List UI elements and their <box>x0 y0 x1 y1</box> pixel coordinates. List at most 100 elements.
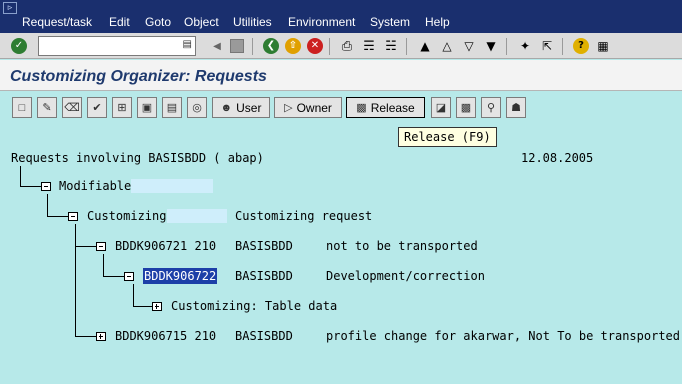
next-page-icon[interactable]: ▽ <box>460 37 478 55</box>
tree-line <box>133 284 134 307</box>
find-next-icon[interactable]: ☵ <box>382 37 400 55</box>
search-button[interactable]: ⚲ <box>481 97 501 118</box>
check-button[interactable]: ✔ <box>87 97 107 118</box>
menu-help[interactable]: Help <box>425 14 450 30</box>
toolbar-separator <box>406 38 407 55</box>
last-page-icon[interactable]: ▼ <box>482 37 500 55</box>
grid-icon: ▩ <box>460 102 472 114</box>
task-description: Development/correction <box>326 269 485 283</box>
menu-utilities[interactable]: Utilities <box>233 14 272 30</box>
truck-icon: ▩ <box>356 102 367 114</box>
history-icon[interactable]: ▤ <box>183 39 192 50</box>
customizing-description: Customizing request <box>235 209 373 223</box>
toolbar-separator <box>506 38 507 55</box>
lock-icon: ▣ <box>141 102 153 114</box>
title-bar: Customizing Organizer: Requests <box>0 60 682 91</box>
layout-menu-icon[interactable]: ▦ <box>594 37 612 55</box>
tree-header: Requests involving BASISBDD ( abap) <box>11 151 264 165</box>
document-button[interactable]: ▤ <box>162 97 182 118</box>
toolbar-separator <box>252 38 253 55</box>
create-session-icon[interactable]: ✦ <box>516 37 534 55</box>
request-description-2: profile change for akarwar, Not To be tr… <box>326 329 681 343</box>
transport-button[interactable]: ◪ <box>431 97 451 118</box>
release-label: Release <box>370 100 415 115</box>
tree-line <box>133 306 152 307</box>
history-back-icon[interactable]: ◀ <box>208 37 226 55</box>
user-label: User <box>236 100 262 115</box>
create-button[interactable]: □ <box>12 97 32 118</box>
trash-icon: ⌫ <box>64 102 80 114</box>
tree-line <box>47 216 68 217</box>
release-button[interactable]: ▩ Release <box>346 97 425 118</box>
previous-page-icon[interactable]: △ <box>438 37 456 55</box>
toolbar-separator <box>329 38 330 55</box>
display-button[interactable]: ◎ <box>187 97 207 118</box>
first-page-icon[interactable]: ▲ <box>416 37 434 55</box>
delete-button[interactable]: ⌫ <box>62 97 82 118</box>
save-icon[interactable] <box>228 37 246 55</box>
owner-icon: ▷ <box>284 102 293 114</box>
toolbar-separator <box>562 38 563 55</box>
menu-bar: ▹ Request/task Edit Goto Object Utilitie… <box>0 0 682 33</box>
check-icon: ✔ <box>92 102 102 114</box>
menu-edit[interactable]: Edit <box>109 14 130 30</box>
menu-request-task[interactable]: Request/task <box>22 14 92 30</box>
menu-object[interactable]: Object <box>184 14 219 30</box>
help-icon[interactable]: ? <box>572 37 590 55</box>
request-description: not to be transported <box>326 239 478 253</box>
enter-icon[interactable]: ✓ <box>10 37 28 55</box>
display-objects-button[interactable]: ▩ <box>456 97 476 118</box>
change-button[interactable]: ✎ <box>37 97 57 118</box>
tree-node-customizing[interactable]: Customizing <box>87 208 166 224</box>
user-icon: ☻ <box>220 101 233 114</box>
lock-button[interactable]: ▣ <box>137 97 157 118</box>
add-icon: ⊞ <box>117 102 127 114</box>
task-owner: BASISBDD <box>235 269 293 283</box>
cancel-icon[interactable]: ✕ <box>306 37 324 55</box>
pencil-icon: ✎ <box>42 102 52 114</box>
menu-environment[interactable]: Environment <box>288 14 355 30</box>
customizing-field <box>167 209 227 223</box>
owner-label: Owner <box>296 100 332 115</box>
collapse-request-icon[interactable] <box>96 242 106 251</box>
collapse-customizing-icon[interactable] <box>68 212 78 221</box>
tree-line <box>103 254 104 277</box>
create-icon: □ <box>18 101 26 114</box>
user-button[interactable]: ☻ User <box>212 97 270 118</box>
tree-node-task-id[interactable]: BDDK906722 <box>143 268 218 284</box>
tree-node-request-id-2[interactable]: BDDK906715 210 <box>115 328 216 344</box>
document-icon: ▤ <box>166 102 178 114</box>
tree-node-table-data[interactable]: Customizing: Table data <box>171 298 337 314</box>
request-owner-2: BASISBDD <box>235 329 293 343</box>
tree-line <box>20 186 41 187</box>
print-icon[interactable]: ⎙ <box>338 37 356 55</box>
shortcut-icon[interactable]: ⇱ <box>538 37 556 55</box>
expand-request-icon[interactable] <box>96 332 106 341</box>
request-owner: BASISBDD <box>235 239 293 253</box>
tree-line <box>103 276 124 277</box>
hierarchy-icon: ☗ <box>511 102 521 114</box>
tree-node-request-id[interactable]: BDDK906721 210 <box>115 238 216 254</box>
tree-date: 12.08.2005 <box>521 151 594 165</box>
exit-icon[interactable]: ⇧ <box>284 37 302 55</box>
page-title: Customizing Organizer: Requests <box>10 68 267 85</box>
tree-node-modifiable[interactable]: Modifiable <box>59 178 131 194</box>
menu-goto[interactable]: Goto <box>145 14 171 30</box>
find-icon[interactable]: ☴ <box>360 37 378 55</box>
collapse-modifiable-icon[interactable] <box>41 182 51 191</box>
target-icon: ◎ <box>192 102 202 114</box>
hierarchy-button[interactable]: ☗ <box>506 97 526 118</box>
menu-system[interactable]: System <box>370 14 410 30</box>
collapse-task-icon[interactable] <box>124 272 134 281</box>
command-field[interactable]: ▤ <box>38 36 196 56</box>
transport-icon: ◪ <box>435 102 447 114</box>
system-menu-icon[interactable]: ▹ <box>3 2 17 14</box>
add-button[interactable]: ⊞ <box>112 97 132 118</box>
expand-table-data-icon[interactable] <box>152 302 162 311</box>
owner-button[interactable]: ▷ Owner <box>274 97 342 118</box>
back-icon[interactable]: ❮ <box>262 37 280 55</box>
tree-line <box>75 224 76 337</box>
tree-line <box>20 166 21 187</box>
search-icon: ⚲ <box>486 102 496 114</box>
tree-line <box>75 246 96 247</box>
